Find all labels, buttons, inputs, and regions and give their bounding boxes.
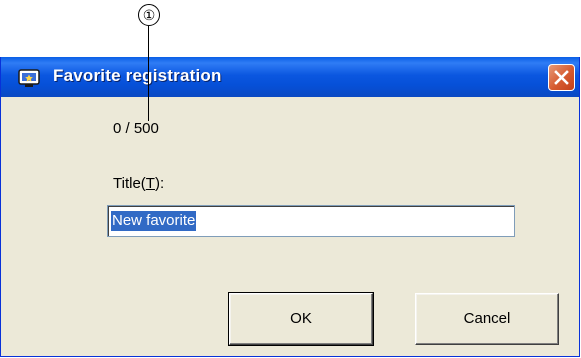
callout-leader-line: [148, 26, 149, 121]
title-bar[interactable]: Favorite registration: [1, 57, 579, 97]
dialog-title: Favorite registration: [53, 66, 222, 85]
favorite-icon: [17, 67, 41, 89]
favorite-registration-dialog: Favorite registration 0 / 500 Title(T): …: [0, 57, 580, 357]
ok-button[interactable]: OK: [228, 292, 374, 346]
close-icon: [554, 70, 569, 85]
title-field-label: Title(T):: [113, 175, 165, 192]
title-input-selected-text: New favorite: [111, 211, 197, 231]
close-button[interactable]: [548, 64, 575, 91]
title-input[interactable]: New favorite: [107, 205, 515, 237]
favorites-counter: 0 / 500: [113, 120, 159, 137]
cancel-button[interactable]: Cancel: [415, 293, 559, 345]
callout-number: ①: [138, 4, 160, 26]
title-accelerator-key: T: [145, 175, 155, 192]
